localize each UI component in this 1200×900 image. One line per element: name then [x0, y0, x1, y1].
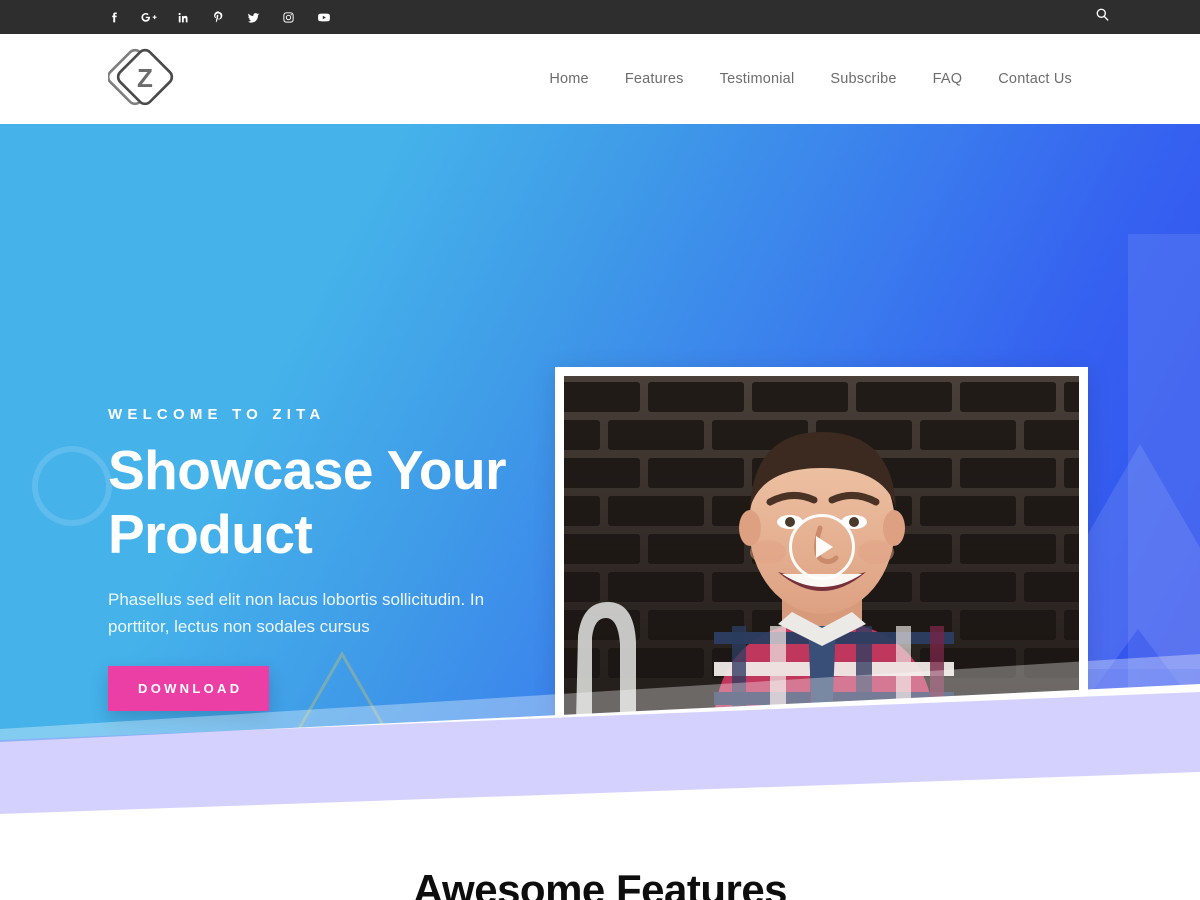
search-button[interactable]: [1090, 0, 1114, 34]
youtube-icon: [316, 11, 332, 24]
site-header: Z Home Features Testimonial Subscribe FA…: [0, 34, 1200, 124]
hero-eyebrow: WELCOME TO ZITA: [108, 406, 326, 423]
instagram-icon: [282, 11, 295, 24]
linkedin-icon: [177, 11, 190, 24]
nav-item-faq[interactable]: FAQ: [915, 71, 981, 87]
hero-subtitle: Phasellus sed elit non lacus lobortis so…: [108, 590, 485, 636]
social-link-pinterest[interactable]: [201, 0, 236, 34]
google-plus-icon: [140, 11, 157, 24]
hero-title-line-2: Product: [108, 503, 313, 565]
social-link-linkedin[interactable]: [166, 0, 201, 34]
social-link-youtube[interactable]: [306, 0, 341, 34]
search-icon: [1095, 7, 1110, 27]
features-title: Awesome Features: [412, 866, 788, 900]
twitter-icon: [246, 11, 261, 24]
nav-item-features[interactable]: Features: [607, 71, 702, 87]
nav-item-home[interactable]: Home: [531, 71, 606, 87]
facebook-icon: [107, 11, 120, 24]
hero-section: WELCOME TO ZITA Showcase Your Product Ph…: [0, 124, 1200, 814]
hero-title: Showcase Your Product: [108, 438, 538, 566]
site-logo[interactable]: Z: [108, 47, 182, 111]
social-link-google-plus[interactable]: [131, 0, 166, 34]
pinterest-icon: [212, 10, 226, 24]
nav-item-subscribe[interactable]: Subscribe: [812, 71, 914, 87]
social-link-twitter[interactable]: [236, 0, 271, 34]
logo-letter: Z: [137, 63, 153, 93]
nav-item-testimonial[interactable]: Testimonial: [702, 71, 813, 87]
play-button[interactable]: [788, 514, 855, 580]
nav-item-contact-us[interactable]: Contact Us: [980, 71, 1090, 87]
social-links: [96, 0, 341, 34]
social-link-facebook[interactable]: [96, 0, 131, 34]
features-section: Awesome Features Phasellus orci erat, bl…: [0, 814, 1200, 900]
main-nav: Home Features Testimonial Subscribe FAQ …: [531, 34, 1090, 124]
hero-bottom-slant: [0, 654, 1200, 814]
hero-title-line-1: Showcase Your: [108, 439, 507, 501]
social-link-instagram[interactable]: [271, 0, 306, 34]
top-bar: [0, 0, 1200, 34]
play-icon: [815, 536, 833, 558]
